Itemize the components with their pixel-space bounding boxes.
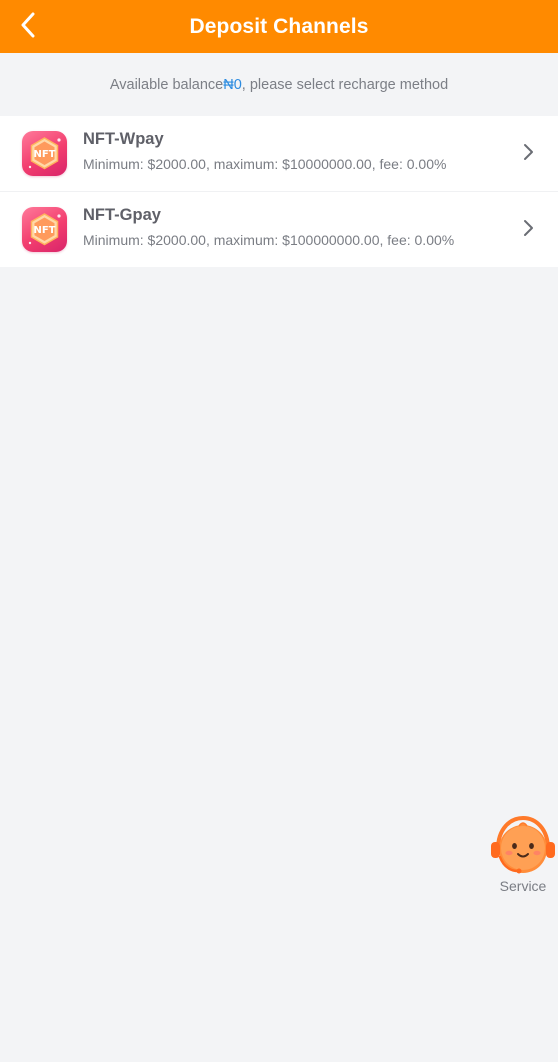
channel-limits: Minimum: $2000.00, maximum: $10000000.00… xyxy=(83,156,447,172)
chevron-left-icon xyxy=(21,12,35,38)
channel-item-nft-wpay[interactable]: NFT NFT-Wpay Minimum: $2000.00, maximum:… xyxy=(0,116,558,191)
channel-name: NFT-Gpay xyxy=(83,206,161,224)
page-title: Deposit Channels xyxy=(189,14,369,38)
service-label: Service xyxy=(499,878,547,894)
service-button[interactable]: Service xyxy=(490,815,556,897)
balance-amount: ₦0 xyxy=(223,76,242,93)
chevron-right-icon xyxy=(524,220,533,236)
balance-prefix: Available balance xyxy=(109,76,224,93)
channel-list: NFT NFT-Wpay Minimum: $2000.00, maximum:… xyxy=(0,116,558,267)
back-button[interactable] xyxy=(14,9,42,41)
customer-service-mascot-icon xyxy=(491,815,555,874)
channel-limits: Minimum: $2000.00, maximum: $100000000.0… xyxy=(83,232,455,248)
nft-icon: NFT xyxy=(22,131,67,176)
channel-item-nft-gpay[interactable]: NFT NFT-Gpay Minimum: $2000.00, maximum:… xyxy=(0,191,558,267)
header-bar: Deposit Channels xyxy=(0,0,558,53)
chevron-right-icon xyxy=(524,144,533,160)
balance-suffix: , please select recharge method xyxy=(241,76,449,93)
channel-name: NFT-Wpay xyxy=(83,130,164,148)
nft-icon-text: NFT xyxy=(33,225,55,236)
nft-icon: NFT xyxy=(22,207,67,252)
balance-info: Available balance ₦0, please select rech… xyxy=(0,53,558,116)
nft-icon-text: NFT xyxy=(33,149,55,160)
